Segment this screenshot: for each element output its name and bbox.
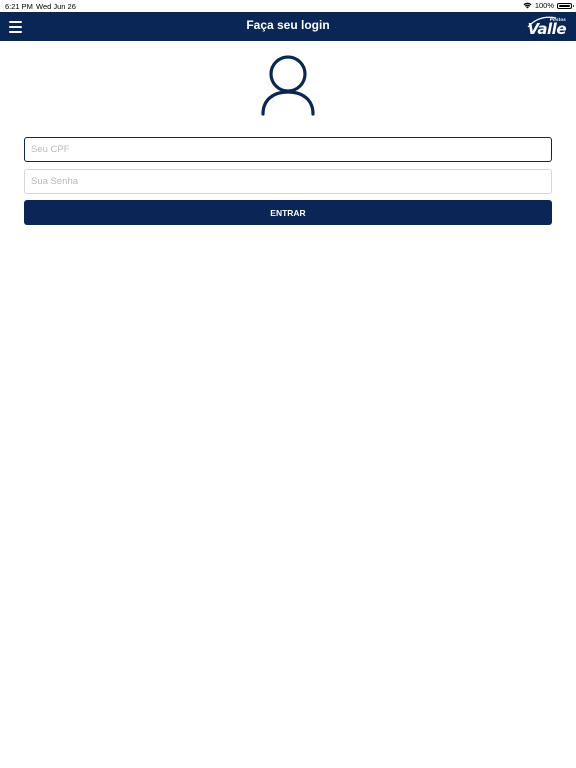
status-time: 6:21 PM <box>5 1 33 11</box>
status-date: Wed Jun 26 <box>36 1 76 11</box>
wifi-icon <box>523 2 532 9</box>
login-button[interactable]: ENTRAR <box>24 200 552 225</box>
status-indicators: 100% <box>523 1 574 10</box>
status-bar: 6:21 PM Wed Jun 26 100% <box>0 0 576 12</box>
battery-percent: 100% <box>534 1 554 10</box>
password-input[interactable] <box>24 169 552 194</box>
brand-logo: Postos Valle <box>522 14 566 38</box>
navbar: Faça seu login Postos Valle <box>0 12 576 41</box>
battery-fill <box>559 4 570 7</box>
cpf-input[interactable] <box>24 137 552 162</box>
battery-icon <box>557 2 574 9</box>
user-icon <box>259 54 317 116</box>
logo-main-text: Valle <box>527 20 566 38</box>
page-title: Faça seu login <box>246 18 330 32</box>
